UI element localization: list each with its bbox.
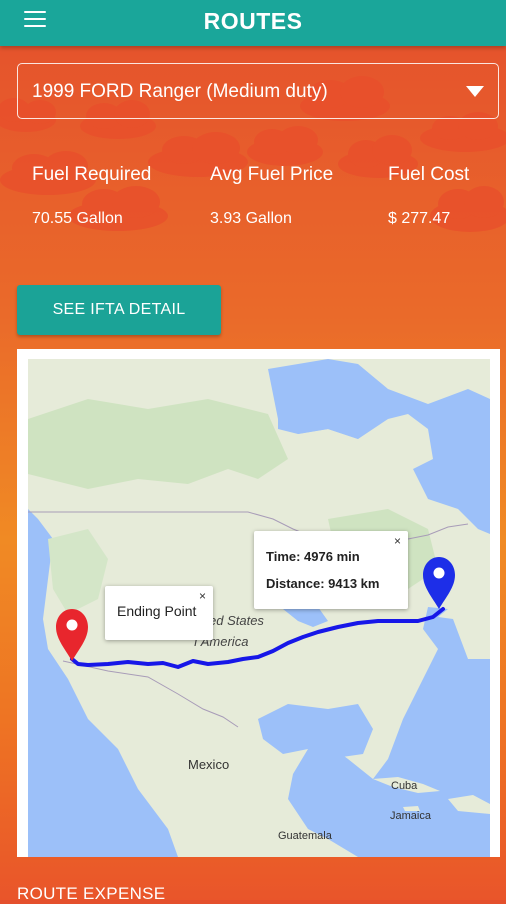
see-ifta-detail-button[interactable]: SEE IFTA DETAIL: [17, 285, 221, 335]
avg-fuel-price-label: Avg Fuel Price: [210, 164, 334, 185]
fuel-required-label: Fuel Required: [32, 164, 152, 185]
close-popup-icon[interactable]: ×: [199, 589, 206, 603]
map-label-jamaica: Jamaica: [390, 810, 432, 822]
forest-north: [28, 399, 288, 489]
avg-fuel-price-value: 3.93 Gallon: [210, 210, 292, 227]
vehicle-dropdown-value: 1999 FORD Ranger (Medium duty): [32, 81, 328, 102]
close-popup-icon[interactable]: ×: [394, 534, 401, 548]
fuel-cost-label: Fuel Cost: [388, 164, 470, 185]
map-label-states: ed States: [209, 613, 264, 628]
map-card: ed States f America Mexico Cuba Jamaica …: [17, 349, 500, 857]
map-label-mexico: Mexico: [188, 757, 229, 772]
route-map[interactable]: ed States f America Mexico Cuba Jamaica …: [28, 359, 490, 857]
route-expense-heading: ROUTE EXPENSE: [17, 884, 166, 903]
dropdown-arrow-icon: [466, 86, 484, 97]
map-label-guatemala: Guatemala: [278, 830, 333, 842]
route-distance: Distance: 9413 km: [266, 576, 380, 591]
hispaniola: [448, 795, 490, 814]
ending-point-popup: Ending Point ×: [105, 586, 213, 640]
page-title: ROUTES: [203, 8, 303, 34]
fuel-cost-value: $ 277.47: [388, 210, 451, 227]
map-label-cuba: Cuba: [391, 780, 418, 792]
app-bar: ROUTES: [0, 0, 506, 46]
fuel-required-value: 70.55 Gallon: [32, 210, 123, 227]
route-time: Time: 4976 min: [266, 549, 360, 564]
ending-point-label: Ending Point: [117, 603, 197, 619]
vehicle-dropdown[interactable]: 1999 FORD Ranger (Medium duty): [17, 63, 499, 119]
atlantic-coast: [458, 409, 490, 469]
route-info-popup: Time: 4976 min Distance: 9413 km ×: [254, 531, 408, 609]
